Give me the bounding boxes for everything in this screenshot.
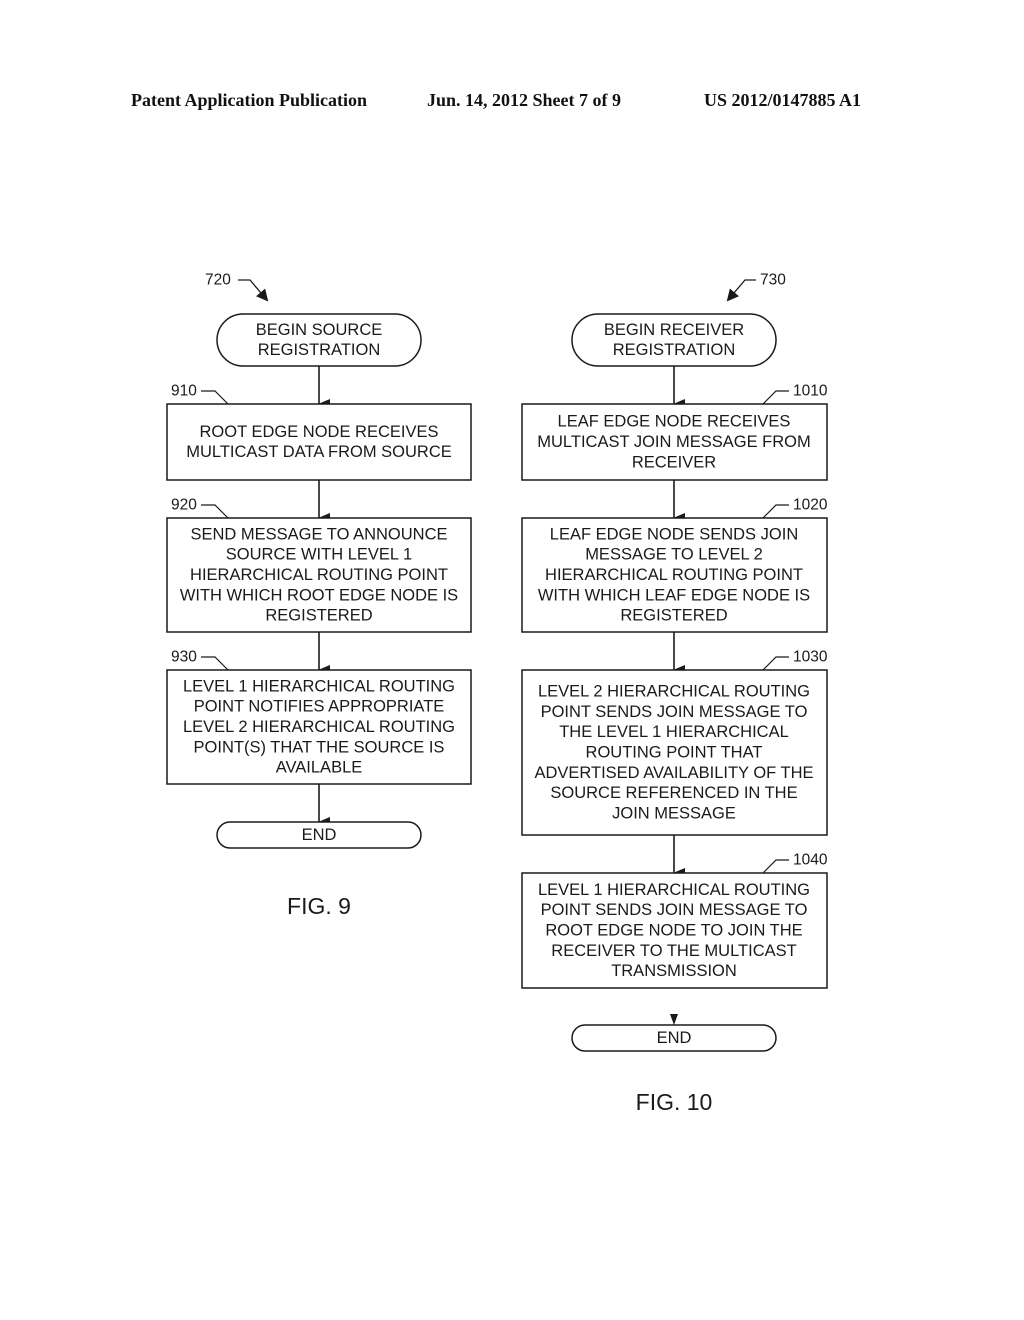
process-step-text: REGISTERED xyxy=(620,607,727,625)
figure-caption: FIG. 9 xyxy=(287,893,351,919)
process-step-text: LEVEL 1 HIERARCHICAL ROUTING xyxy=(183,677,455,695)
process-step-text: WITH WHICH LEAF EDGE NODE IS xyxy=(538,586,810,604)
figure-reference-number: 730 xyxy=(760,272,786,289)
figure-reference-number: 720 xyxy=(205,272,231,289)
process-step-text: POINT SENDS JOIN MESSAGE TO xyxy=(541,703,808,721)
step-reference-number: 910 xyxy=(171,383,197,400)
step-reference-number: 1030 xyxy=(793,649,828,666)
reference-leader-line xyxy=(201,504,229,519)
process-step-text: THE LEVEL 1 HIERARCHICAL xyxy=(559,723,789,741)
step-reference-number: 1020 xyxy=(793,497,828,514)
process-step-text: TRANSMISSION xyxy=(611,962,737,980)
process-step-text: LEVEL 2 HIERARCHICAL ROUTING xyxy=(538,683,810,701)
process-step-text: HIERARCHICAL ROUTING POINT xyxy=(545,566,803,584)
step-reference-number: 1040 xyxy=(793,852,828,869)
reference-leader-line xyxy=(762,656,789,671)
figure-caption: FIG. 10 xyxy=(636,1089,713,1115)
process-step-text: POINT(S) THAT THE SOURCE IS xyxy=(194,738,445,756)
step-reference-number: 920 xyxy=(171,497,197,514)
process-step-text: RECEIVER TO THE MULTICAST xyxy=(551,942,796,960)
process-step-text: REGISTERED xyxy=(265,607,372,625)
process-step-text: RECEIVER xyxy=(632,453,716,471)
process-step-text: LEVEL 1 HIERARCHICAL ROUTING xyxy=(538,881,810,899)
process-step-text: MULTICAST JOIN MESSAGE FROM xyxy=(537,433,811,451)
flow-arrowhead xyxy=(670,1014,678,1025)
flowcharts: 720 BEGIN SOURCE REGISTRATION ROOT EDGE NOD… xyxy=(166,272,828,1115)
process-step-text: MULTICAST DATA FROM SOURCE xyxy=(186,443,452,461)
reference-leader-line xyxy=(201,656,229,671)
start-terminal-label: BEGIN RECEIVER xyxy=(604,321,744,339)
reference-leader-line xyxy=(762,390,789,405)
process-step-text: HIERARCHICAL ROUTING POINT xyxy=(190,566,448,584)
reference-leader-line xyxy=(762,859,789,874)
process-step-text: ADVERTISED AVAILABILITY OF THE xyxy=(534,764,813,782)
end-terminal-label: END xyxy=(302,826,337,844)
process-step-text: LEAF EDGE NODE RECEIVES xyxy=(558,413,791,431)
process-step-text: POINT NOTIFIES APPROPRIATE xyxy=(194,698,445,716)
step-reference-number: 1010 xyxy=(793,383,828,400)
process-step-text: POINT SENDS JOIN MESSAGE TO xyxy=(541,901,808,919)
process-step-text: ROOT EDGE NODE TO JOIN THE xyxy=(545,922,802,940)
reference-arrow xyxy=(238,279,269,302)
process-step-text: LEVEL 2 HIERARCHICAL ROUTING xyxy=(183,718,455,736)
process-step-text: ROOT EDGE NODE RECEIVES xyxy=(200,423,439,441)
process-step-text: WITH WHICH ROOT EDGE NODE IS xyxy=(180,586,458,604)
process-step-text: AVAILABLE xyxy=(276,759,363,777)
start-terminal-label: BEGIN SOURCE xyxy=(256,321,383,339)
process-step-text: SOURCE WITH LEVEL 1 xyxy=(226,546,412,564)
process-step-text: MESSAGE TO LEVEL 2 xyxy=(585,546,763,564)
process-step-text: SOURCE REFERENCED IN THE xyxy=(550,784,797,802)
step-reference-number: 930 xyxy=(171,649,197,666)
reference-leader-line xyxy=(201,390,229,405)
process-step-text: LEAF EDGE NODE SENDS JOIN xyxy=(550,525,798,543)
start-terminal-label: REGISTRATION xyxy=(258,341,381,359)
reference-arrow xyxy=(726,279,756,302)
end-terminal-label: END xyxy=(657,1029,692,1047)
process-step-text: SEND MESSAGE TO ANNOUNCE xyxy=(190,525,447,543)
process-step-text: JOIN MESSAGE xyxy=(612,804,736,822)
process-step-text: ROUTING POINT THAT xyxy=(586,744,763,762)
process-step-910 xyxy=(166,403,472,481)
start-terminal-label: REGISTRATION xyxy=(613,341,736,359)
reference-leader-line xyxy=(762,504,789,519)
